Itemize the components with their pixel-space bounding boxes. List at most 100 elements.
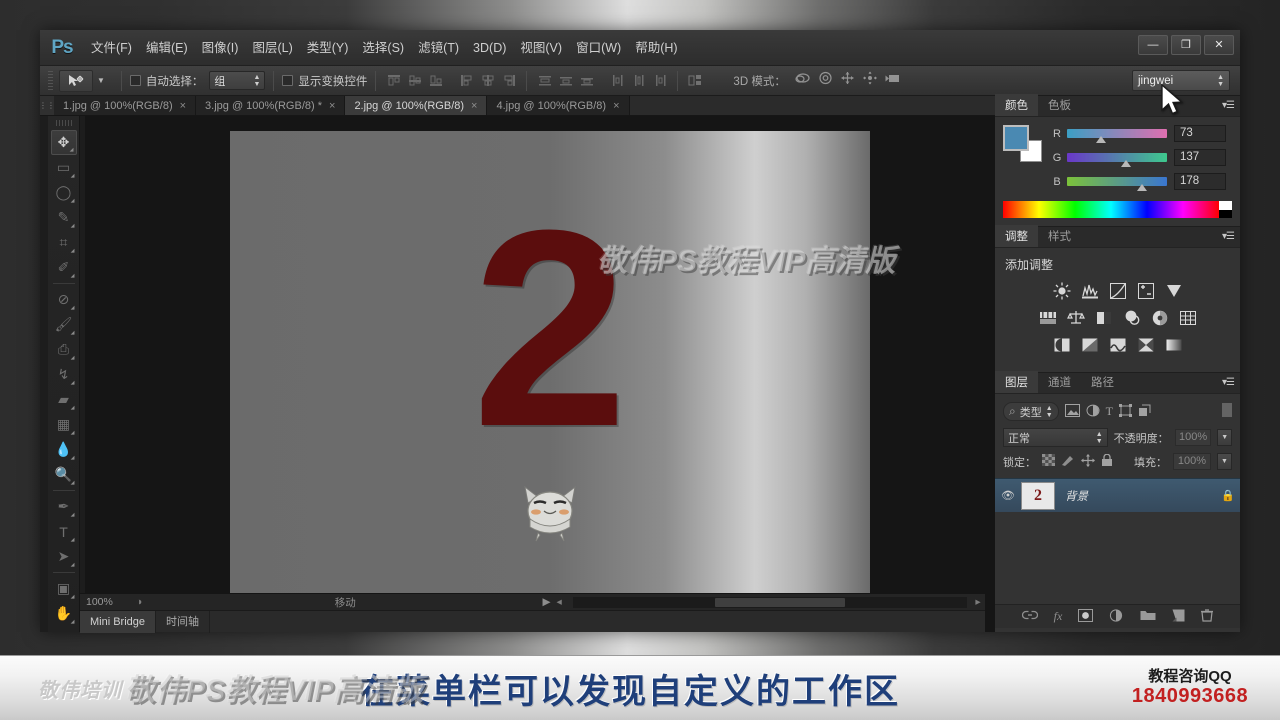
dock-tab-0[interactable]: Mini Bridge <box>80 610 157 633</box>
align-horizontal-centers-icon[interactable] <box>478 72 497 90</box>
lasso-tool[interactable]: ◯ ◢ <box>51 180 77 205</box>
close-tab-icon[interactable]: × <box>613 100 619 112</box>
link-icon[interactable] <box>1021 609 1038 624</box>
menu-item-0[interactable]: 文件(F) <box>84 30 139 66</box>
maximize-button[interactable]: ❐ <box>1171 35 1201 55</box>
align-left-edges-icon[interactable] <box>457 72 476 90</box>
tab-swatches[interactable]: 色板 <box>1038 94 1081 116</box>
align-top-edges-icon[interactable] <box>384 72 403 90</box>
pan-3d-icon[interactable] <box>840 71 855 90</box>
channel-slider-knob[interactable] <box>1137 184 1147 191</box>
status-popup-arrow-icon[interactable]: ▶ <box>543 596 557 608</box>
tab-bar-grip[interactable]: ⋮⋮ <box>39 96 55 115</box>
pen-tool[interactable]: ✒ ◢ <box>51 494 77 519</box>
menu-item-8[interactable]: 视图(V) <box>513 30 569 66</box>
hand-tool[interactable]: ✋ ◢ <box>51 601 77 626</box>
document-tab-0[interactable]: 1.jpg @ 100%(RGB/8) × <box>54 96 197 115</box>
marquee-tool[interactable]: ▭ ◢ <box>51 155 77 180</box>
close-tab-icon[interactable]: × <box>180 100 186 112</box>
horizontal-scrollbar-thumb[interactable] <box>714 597 845 607</box>
clone-stamp-tool[interactable]: ⎙ ◢ <box>51 337 77 362</box>
lock-transparent-icon[interactable] <box>1042 454 1055 469</box>
menu-item-4[interactable]: 类型(Y) <box>300 30 356 66</box>
layer-lock-icon[interactable]: 🔒 <box>1216 489 1240 502</box>
channel-slider-knob[interactable] <box>1121 160 1131 167</box>
channel-value-G[interactable]: 137 <box>1174 149 1226 166</box>
fill-value[interactable]: 100% <box>1173 453 1211 470</box>
auto-align-layers-icon[interactable] <box>686 72 705 90</box>
brightness-contrast-icon[interactable] <box>1052 281 1071 300</box>
distribute-top-edges-icon[interactable] <box>535 72 554 90</box>
spectrum-whiteblack[interactable] <box>1219 201 1232 218</box>
layer-filter-type-select[interactable]: ⌕ 类型 ▲ ▼ <box>1003 402 1059 421</box>
layer-thumbnail[interactable]: 2 <box>1021 481 1055 510</box>
color-swatches[interactable] <box>1003 125 1043 163</box>
color-panel-menu-icon[interactable]: ▾☰ <box>1222 100 1235 111</box>
new-layer-icon[interactable] <box>1172 609 1185 625</box>
channel-mixer-icon[interactable] <box>1150 308 1169 327</box>
group-icon[interactable] <box>1140 609 1156 624</box>
color-balance-icon[interactable] <box>1066 308 1085 327</box>
smartobject-filter-icon[interactable] <box>1138 404 1151 420</box>
menu-item-5[interactable]: 选择(S) <box>355 30 411 66</box>
vibrance-icon[interactable] <box>1164 281 1183 300</box>
threshold-icon[interactable] <box>1108 335 1127 354</box>
move-tool[interactable]: ✥ ◢ <box>50 130 77 155</box>
rotate-3d-icon[interactable] <box>794 71 811 90</box>
invert-icon[interactable] <box>1052 335 1071 354</box>
color-lookup-icon[interactable] <box>1178 308 1197 327</box>
dock-tab-1[interactable]: 时间轴 <box>156 610 211 633</box>
tab-paths[interactable]: 路径 <box>1081 371 1124 393</box>
channel-slider-R[interactable] <box>1067 129 1167 143</box>
type-filter-icon[interactable]: T <box>1106 404 1113 419</box>
mask-icon[interactable] <box>1078 608 1094 625</box>
healing-brush-tool[interactable]: ⊘ ◢ <box>51 287 77 312</box>
show-transform-checkbox[interactable] <box>282 75 294 86</box>
layer-row[interactable]: 👁 2 背景 🔒 <box>995 478 1240 512</box>
path-selection-tool[interactable]: ➤ ◢ <box>51 544 77 569</box>
tab-channels[interactable]: 通道 <box>1038 371 1081 393</box>
adjustment-layer-icon[interactable] <box>1109 608 1124 625</box>
menu-item-7[interactable]: 3D(D) <box>466 30 513 66</box>
channel-slider-knob[interactable] <box>1096 136 1106 143</box>
layer-visibility-icon[interactable]: 👁 <box>995 489 1021 502</box>
brush-tool[interactable]: 🖌 ◢ <box>51 312 77 337</box>
color-spectrum-ramp[interactable] <box>1003 201 1232 218</box>
image-filter-icon[interactable] <box>1064 403 1080 420</box>
gradient-map-icon[interactable] <box>1136 335 1155 354</box>
channel-slider-B[interactable] <box>1067 177 1167 191</box>
document-canvas[interactable]: 2 <box>230 131 870 601</box>
black-white-icon[interactable] <box>1094 308 1113 327</box>
distribute-bottom-edges-icon[interactable] <box>577 72 596 90</box>
curves-icon[interactable] <box>1108 281 1127 300</box>
history-brush-tool[interactable]: ↯ ◢ <box>51 362 77 387</box>
distribute-horizontal-centers-icon[interactable] <box>629 72 648 90</box>
delete-icon[interactable] <box>1201 608 1214 625</box>
dodge-tool[interactable]: 🔍 ◢ <box>51 462 77 487</box>
menu-item-2[interactable]: 图像(I) <box>195 30 246 66</box>
horizontal-scrollbar[interactable] <box>572 596 967 608</box>
lock-all-icon[interactable] <box>1101 453 1113 470</box>
tab-styles[interactable]: 样式 <box>1038 225 1081 247</box>
fx-icon[interactable]: fx <box>1054 609 1063 624</box>
slide-3d-icon[interactable] <box>862 71 878 90</box>
blur-tool[interactable]: 💧 ◢ <box>51 437 77 462</box>
tab-layers[interactable]: 图层 <box>995 371 1038 393</box>
menu-item-10[interactable]: 帮助(H) <box>628 30 684 66</box>
opacity-value[interactable]: 100% <box>1174 429 1212 446</box>
options-bar-grip[interactable] <box>48 70 53 91</box>
filter-toggle-switch[interactable] <box>1222 403 1232 420</box>
spectrum-bar[interactable] <box>1003 201 1219 218</box>
tab-color[interactable]: 颜色 <box>995 94 1038 116</box>
zoom-level[interactable]: 100% <box>80 596 130 608</box>
tools-panel-grip[interactable] <box>55 120 72 126</box>
hue-saturation-icon[interactable] <box>1038 308 1057 327</box>
exposure-icon[interactable] <box>1136 281 1155 300</box>
close-button[interactable]: ✕ <box>1204 35 1234 55</box>
distribute-vertical-centers-icon[interactable] <box>556 72 575 90</box>
close-tab-icon[interactable]: × <box>329 100 335 112</box>
quick-selection-tool[interactable]: ✎ ◢ <box>51 205 77 230</box>
eraser-tool[interactable]: ▰ ◢ <box>51 387 77 412</box>
photo-filter-icon[interactable] <box>1122 308 1141 327</box>
auto-select-scope-select[interactable]: 组 ▲ ▼ <box>209 71 266 90</box>
